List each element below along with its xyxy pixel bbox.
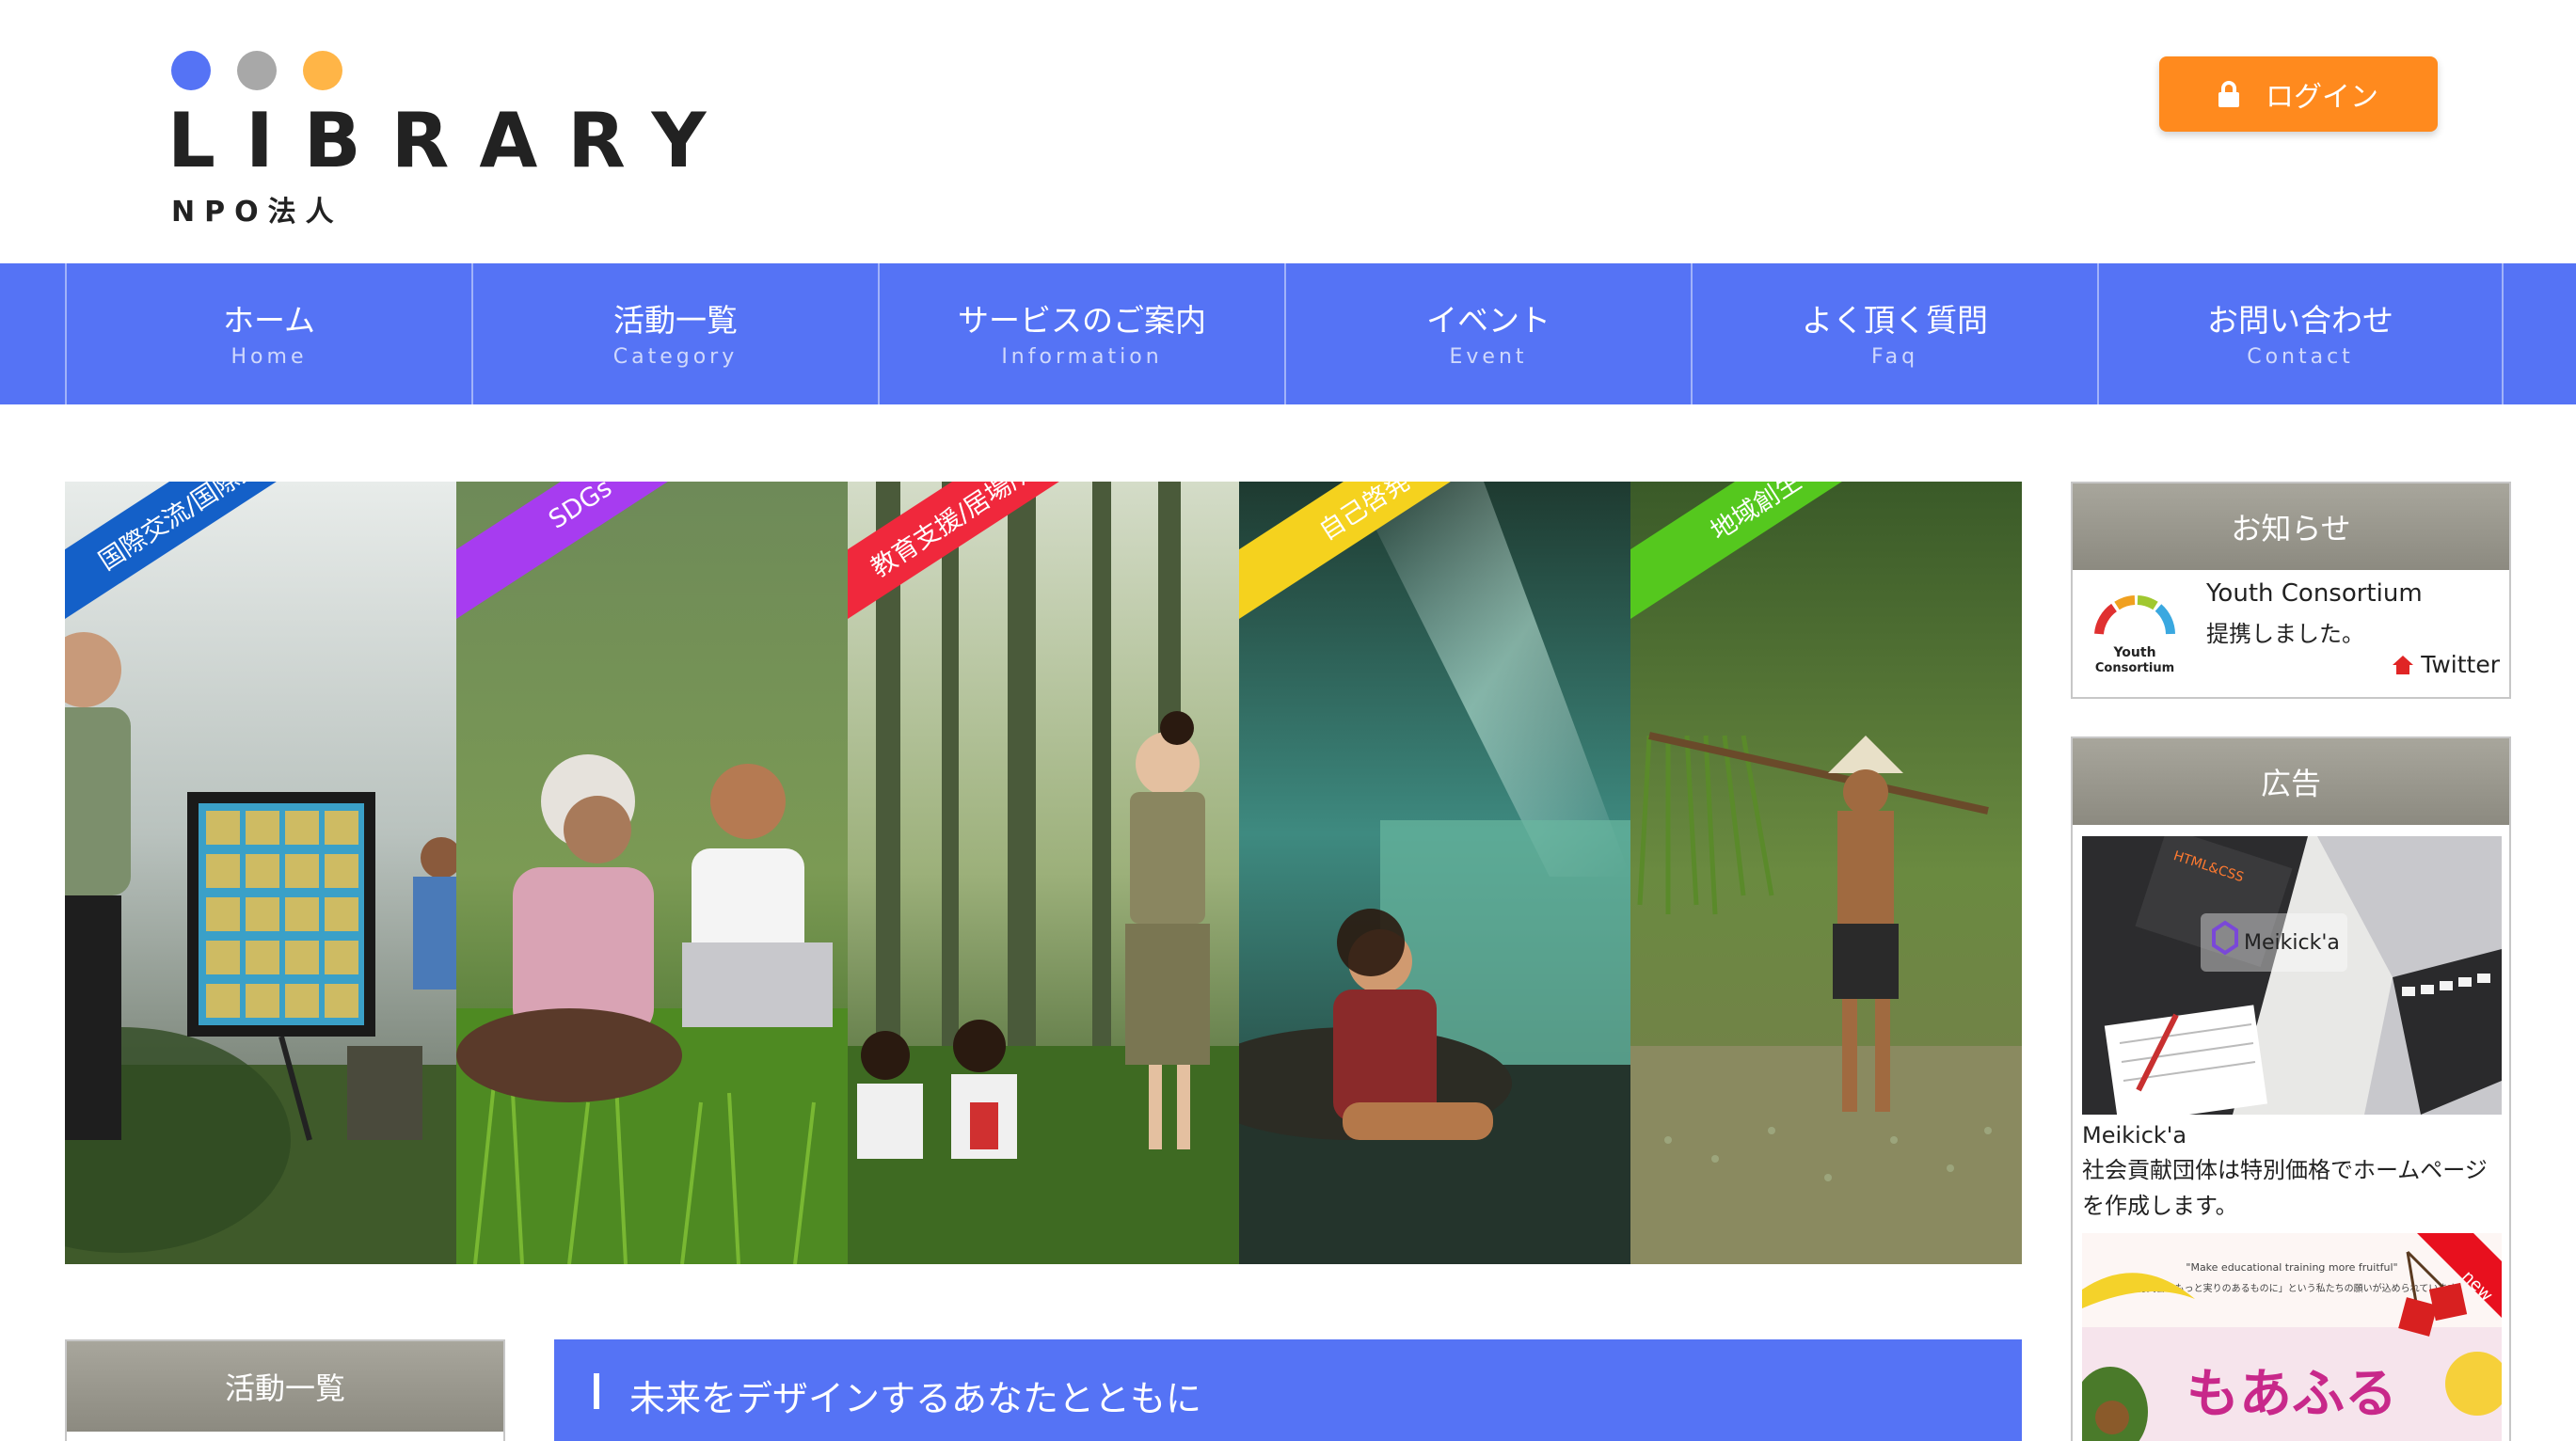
hero-photo-sdgs <box>456 482 848 1264</box>
nav-item-event[interactable]: イベント Event <box>1284 263 1691 404</box>
logo-dot-yellow <box>303 51 342 90</box>
site-logo-subtitle: NPO法人 <box>171 196 343 229</box>
category-widget-title: 活動一覧 <box>67 1341 503 1432</box>
twitter-link[interactable]: Twitter <box>2393 651 2500 678</box>
nav-item-label: イベント <box>1426 301 1550 339</box>
ad-item-description: 社会貢献団体は特別価格でホームページを作成します。 <box>2082 1157 2488 1219</box>
news-item[interactable]: Youth Consortium Youth Consortium 提携しました… <box>2073 570 2509 696</box>
news-item-text: 提携しました。 <box>2206 621 2364 647</box>
category-widget: 活動一覧 <box>65 1339 505 1441</box>
logo-text-youth: Youth <box>2112 645 2155 660</box>
nav-item-label: 活動一覧 <box>613 301 738 339</box>
lock-icon <box>2218 81 2239 107</box>
youth-consortium-logo: Youth Consortium <box>2094 595 2175 675</box>
nav-item-sublabel: Faq <box>1870 344 1919 369</box>
ad-item-name: Meikick'a <box>2082 1122 2187 1148</box>
ad-image-moafuru: "Make educational training more fruitful… <box>2082 1233 2502 1441</box>
nav-item-sublabel: Event <box>1449 344 1528 369</box>
ad-title: もあふる <box>2186 1364 2397 1425</box>
nav-item-label: ホーム <box>222 301 315 339</box>
nav-item-sublabel: Category <box>612 344 739 369</box>
hero-panel-sdgs[interactable]: SDGs <box>456 482 848 1264</box>
ad-image-meikicka: HTML&CSS Meikick'a <box>2082 836 2502 1115</box>
nav-item-sublabel: Home <box>231 344 308 369</box>
nav-item-category[interactable]: 活動一覧 Category <box>471 263 878 404</box>
headline-bar <box>594 1373 599 1409</box>
hero-photo-education <box>848 482 1239 1264</box>
twitter-link-label: Twitter <box>2421 651 2500 678</box>
logo-dots <box>171 51 342 90</box>
ad-headline: "Make educational training more fruitful… <box>2186 1261 2397 1274</box>
site-logo[interactable]: LIBRARY <box>167 94 736 188</box>
ads-widget: 広告 HTML&CSS Meikick'a Meikick'a 社会貢献団体は特… <box>2071 736 2511 1441</box>
nav-item-label: サービスのご案内 <box>958 301 1206 339</box>
login-button-label: ログイン <box>2266 81 2378 114</box>
login-button[interactable]: ログイン <box>2159 56 2438 132</box>
hero-panel-regional[interactable]: 地域創生 <box>1630 482 2022 1264</box>
hero-panel-international[interactable]: 国際交流/国際支援 <box>65 482 456 1264</box>
news-widget-title: お知らせ <box>2073 483 2509 570</box>
nav-item-faq[interactable]: よく頂く質問 Faq <box>1691 263 2097 404</box>
nav-item-contact[interactable]: お問い合わせ Contact <box>2097 263 2504 404</box>
hero-category-panels: 国際交流/国際支援 SDGs 教育支援/居場所作り 自己啓発 地域創生 <box>65 482 2022 1264</box>
nav-item-label: よく頂く質問 <box>1802 301 1988 339</box>
hero-photo-self-development <box>1239 482 1630 1264</box>
nav-item-sublabel: Contact <box>2247 344 2354 369</box>
ads-widget-title: 広告 <box>2073 738 2509 825</box>
logo-dot-gray <box>237 51 277 90</box>
section-headline: 未来をデザインするあなたとともに <box>554 1339 2022 1441</box>
nav-item-sublabel: Information <box>1001 344 1163 369</box>
logo-text-consortium: Consortium <box>2095 661 2174 675</box>
news-widget: お知らせ Youth Consortium Youth Consortium 提… <box>2071 482 2511 699</box>
hero-panel-education[interactable]: 教育支援/居場所作り <box>848 482 1239 1264</box>
section-headline-text: 未来をデザインするあなたとともに <box>629 1378 1202 1419</box>
house-icon <box>2393 655 2414 674</box>
logo-dot-blue <box>171 51 211 90</box>
site-header: LIBRARY NPO法人 ログイン <box>0 0 2576 263</box>
hero-photo-international <box>65 482 456 1264</box>
ad-brand-text: Meikick'a <box>2244 931 2340 955</box>
nav-item-home[interactable]: ホーム Home <box>65 263 471 404</box>
main-nav: ホーム Home 活動一覧 Category サービスのご案内 Informat… <box>0 263 2576 404</box>
nav-item-information[interactable]: サービスのご案内 Information <box>878 263 1284 404</box>
hero-photo-regional <box>1630 482 2022 1264</box>
news-item-title: Youth Consortium <box>2206 579 2423 608</box>
nav-item-label: お問い合わせ <box>2207 301 2393 339</box>
hero-panel-self-development[interactable]: 自己啓発 <box>1239 482 1630 1264</box>
